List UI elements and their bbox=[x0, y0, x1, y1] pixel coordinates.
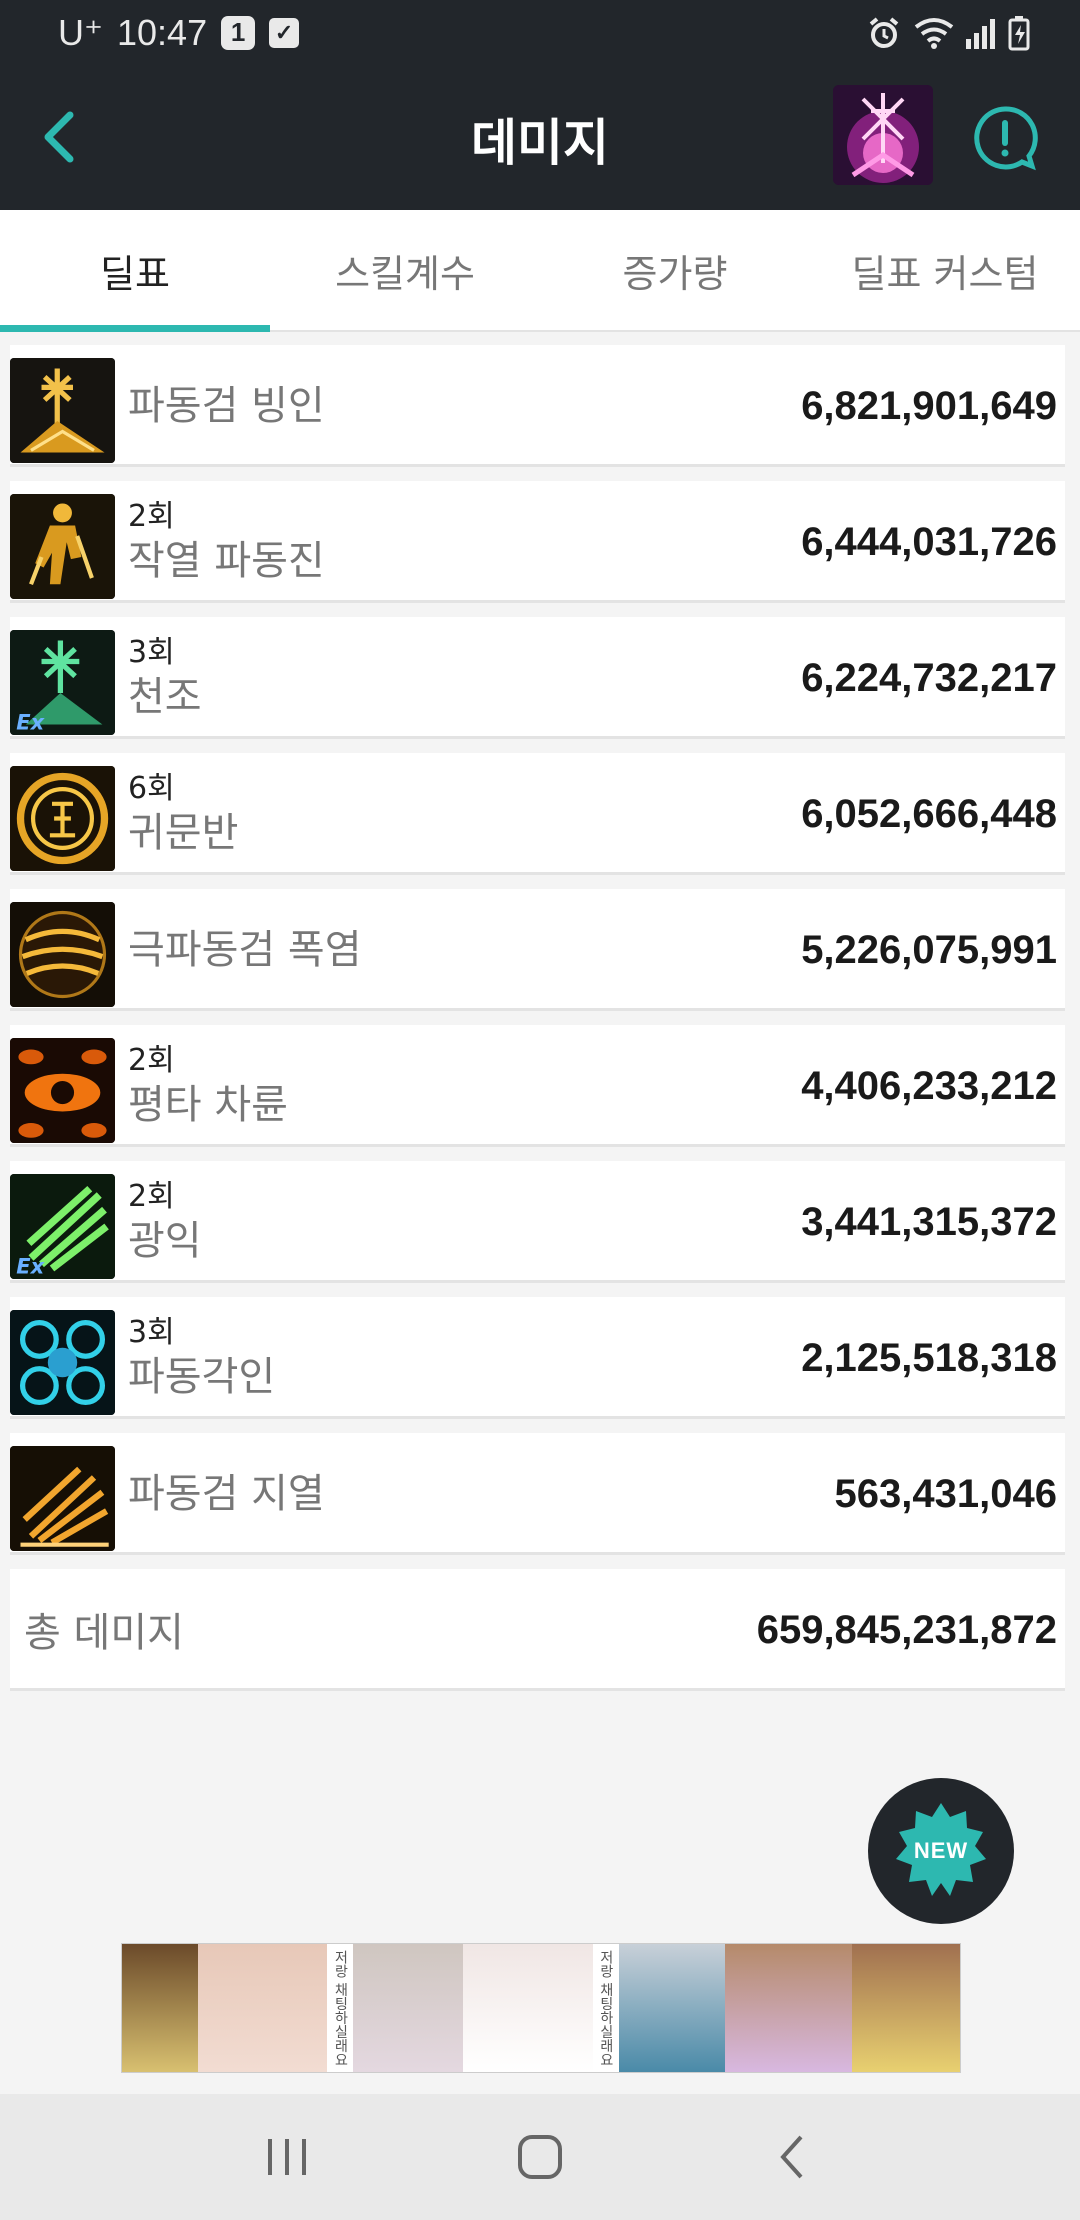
ad-text: 저랑 채팅하실래요 bbox=[327, 1944, 354, 2072]
list-item[interactable]: 6회귀문반 6,052,666,448 bbox=[10, 753, 1065, 875]
checkbox-notification-icon: ✓ bbox=[269, 17, 300, 48]
home-icon bbox=[517, 2135, 562, 2179]
flame-sphere-skill-icon bbox=[10, 902, 115, 1007]
list-item[interactable]: 파동검 빙인 6,821,901,649 bbox=[10, 345, 1065, 467]
total-row: 총 데미지 659,845,231,872 bbox=[10, 1569, 1065, 1691]
ice-sword-skill-icon bbox=[10, 358, 115, 463]
list-item[interactable]: 2회작열 파동진 6,444,031,726 bbox=[10, 481, 1065, 603]
total-damage-value: 659,845,231,872 bbox=[756, 1607, 1057, 1652]
skill-name: 극파동검 폭염 bbox=[128, 927, 362, 973]
ad-photo bbox=[463, 1944, 593, 2072]
system-back-button[interactable] bbox=[753, 2117, 833, 2197]
tab-skill-coefficient[interactable]: 스킬계수 bbox=[270, 210, 540, 330]
ad-banner[interactable]: 저랑 채팅하실래요 저랑 채팅하실래요 bbox=[121, 1943, 961, 2073]
damage-value: 3,441,315,372 bbox=[801, 1199, 1057, 1244]
ad-photo bbox=[724, 1944, 853, 2072]
ground-slash-skill-icon bbox=[10, 1446, 115, 1551]
alarm-icon bbox=[869, 16, 899, 48]
skill-name: 광익 bbox=[128, 1218, 202, 1264]
hit-count: 3회 bbox=[128, 1315, 175, 1350]
hit-count: 3회 bbox=[128, 635, 175, 670]
clock: 10:47 bbox=[117, 11, 208, 53]
new-button[interactable]: NEW bbox=[868, 1778, 1014, 1924]
list-item[interactable]: 극파동검 폭염 5,226,075,991 bbox=[10, 889, 1065, 1011]
signal-icon bbox=[966, 18, 995, 49]
new-button-label: NEW bbox=[913, 1838, 969, 1863]
damage-value: 4,406,233,212 bbox=[801, 1063, 1057, 1108]
total-label: 총 데미지 bbox=[24, 1609, 184, 1656]
recent-apps-icon bbox=[267, 2139, 306, 2175]
tab-deal-table-custom[interactable]: 딜표 커스텀 bbox=[810, 210, 1080, 330]
hit-count: 6회 bbox=[128, 771, 175, 806]
damage-value: 6,224,732,217 bbox=[801, 655, 1057, 700]
svg-text:Ex: Ex bbox=[16, 1255, 45, 1279]
app-header: 데미지 bbox=[0, 65, 1080, 210]
home-button[interactable] bbox=[500, 2117, 580, 2197]
blue-seal-skill-icon bbox=[10, 1310, 115, 1415]
back-arrow-icon bbox=[780, 2135, 803, 2179]
damage-value: 6,444,031,726 bbox=[801, 519, 1057, 564]
damage-value: 6,821,901,649 bbox=[801, 383, 1057, 428]
skill-name: 파동검 지열 bbox=[128, 1471, 325, 1517]
hit-count: 2회 bbox=[128, 1179, 175, 1214]
list-item[interactable]: Ex 2회광익 3,441,315,372 bbox=[10, 1161, 1065, 1283]
ad-photo bbox=[197, 1944, 328, 2072]
eye-skill-icon bbox=[10, 1038, 115, 1143]
skill-name: 작열 파동진 bbox=[128, 538, 325, 584]
svg-text:Ex: Ex bbox=[16, 711, 45, 735]
status-bar: U⁺ 10:47 1 ✓ bbox=[0, 0, 1080, 65]
system-nav-bar bbox=[0, 2094, 1080, 2220]
green-wing-skill-icon: Ex bbox=[10, 1174, 115, 1279]
exclamation-circle-icon bbox=[974, 106, 1038, 171]
damage-value: 2,125,518,318 bbox=[801, 1335, 1057, 1380]
wifi-icon bbox=[914, 17, 954, 49]
skill-name: 평타 차륜 bbox=[128, 1082, 288, 1128]
tab-bar: 딜표 스킬계수 증가량 딜표 커스텀 bbox=[0, 210, 1080, 332]
damage-value: 5,226,075,991 bbox=[801, 927, 1057, 972]
skill-thumbnail-icon[interactable] bbox=[833, 85, 933, 185]
info-button[interactable] bbox=[972, 105, 1038, 171]
battery-icon bbox=[1008, 15, 1030, 50]
rune-circle-skill-icon bbox=[10, 766, 115, 871]
skill-name: 천조 bbox=[128, 674, 202, 720]
ad-photo bbox=[353, 1944, 464, 2072]
hit-count: 2회 bbox=[128, 1043, 175, 1078]
skill-name: 파동검 빙인 bbox=[128, 383, 325, 429]
skill-name: 파동각인 bbox=[128, 1354, 276, 1400]
damage-value: 6,052,666,448 bbox=[801, 791, 1057, 836]
damage-value: 563,431,046 bbox=[834, 1471, 1057, 1516]
list-item[interactable]: 3회파동각인 2,125,518,318 bbox=[10, 1297, 1065, 1419]
notification-count-badge: 1 bbox=[221, 15, 256, 50]
ad-photo bbox=[852, 1944, 960, 2072]
recent-apps-button[interactable] bbox=[247, 2117, 327, 2197]
list-item[interactable]: Ex 3회천조 6,224,732,217 bbox=[10, 617, 1065, 739]
tab-increase[interactable]: 증가량 bbox=[540, 210, 810, 330]
list-item[interactable]: 파동검 지열 563,431,046 bbox=[10, 1433, 1065, 1555]
carrier-label: U⁺ bbox=[58, 11, 103, 53]
green-star-skill-icon: Ex bbox=[10, 630, 115, 735]
list-item[interactable]: 2회평타 차륜 4,406,233,212 bbox=[10, 1025, 1065, 1147]
hit-count: 2회 bbox=[128, 499, 175, 534]
ad-photo bbox=[618, 1944, 725, 2072]
ad-text: 저랑 채팅하실래요 bbox=[592, 1944, 619, 2072]
skill-name: 귀문반 bbox=[128, 810, 239, 856]
fire-figure-skill-icon bbox=[10, 494, 115, 599]
tab-deal-table[interactable]: 딜표 bbox=[0, 210, 270, 332]
ad-photo bbox=[122, 1944, 198, 2072]
